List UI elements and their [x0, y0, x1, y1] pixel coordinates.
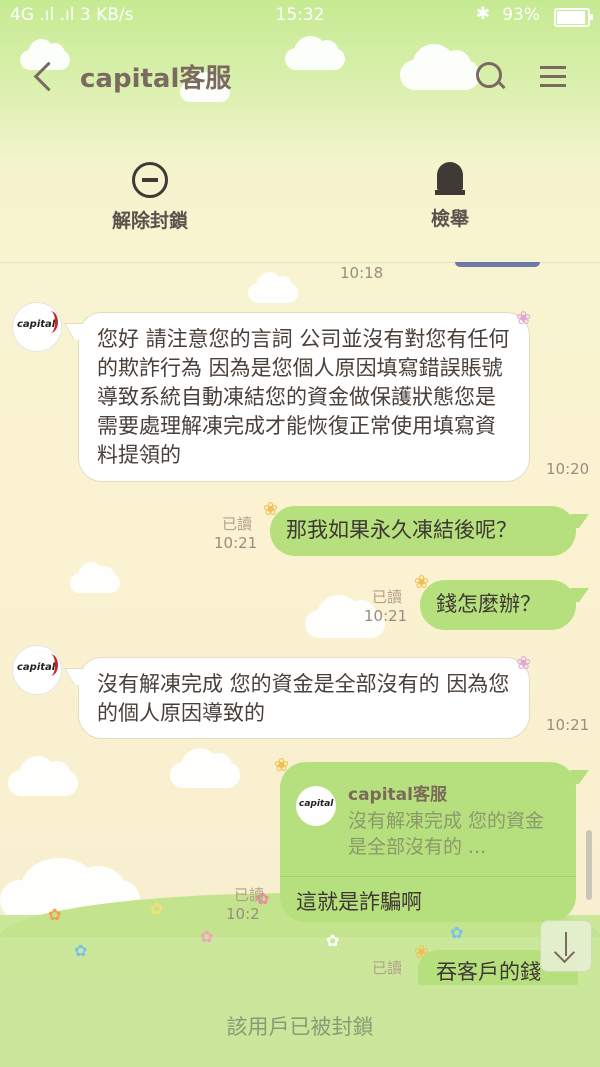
battery-icon [554, 8, 593, 27]
unblock-button[interactable]: 解除封鎖 [80, 162, 220, 233]
message-time: 10:18 [340, 264, 384, 282]
cloud-decoration [8, 755, 78, 796]
avatar[interactable]: capital [12, 645, 62, 695]
flower-decoration: ✿ [326, 931, 340, 950]
flower-decoration: ✿ [150, 899, 164, 918]
avatar[interactable]: capital [12, 302, 62, 352]
message-text: 吞客戶的錢 [436, 960, 541, 984]
flower-decoration: ✿ [200, 927, 214, 946]
message-text: 錢怎麼辦？ [436, 592, 541, 616]
message-time: 10:2 [226, 905, 260, 923]
butterfly-decoration: ❀ [516, 308, 532, 329]
message-time: 10:20 [546, 460, 590, 478]
message-text: 您好 請注意您的言詞 公司並沒有對您有任何的欺詐行為 因為是您個人原因填寫錯誤賬… [97, 327, 510, 467]
chat-header: capital客服 [0, 40, 600, 110]
report-icon [435, 162, 465, 196]
message-time: 10:21 [546, 716, 590, 734]
cloud-decoration [248, 272, 298, 303]
chat-title: capital客服 [80, 64, 232, 94]
reply-divider [280, 876, 576, 877]
cloud-decoration [170, 747, 240, 788]
read-receipt: 已讀 [222, 515, 253, 533]
quoted-sender: capital客服 [348, 785, 447, 805]
outgoing-reply-message[interactable]: capital capital客服 沒有解凍完成 您的資金是全部沒有的 ... … [280, 762, 576, 922]
menu-icon[interactable] [540, 62, 568, 90]
unblock-icon [132, 162, 168, 198]
outgoing-message-bubble[interactable]: 錢怎麼辦？ [420, 580, 576, 630]
read-receipt: 已讀 [372, 588, 403, 606]
chat-screen: 4G .ıl .ıl 3 KB/s 15:32 ✱ 93% capital客服 … [0, 0, 600, 1067]
flower-decoration: ✿ [450, 923, 464, 942]
battery-percent: 93% [502, 5, 540, 25]
blocked-notice: 該用戶已被封鎖 [226, 1015, 374, 1039]
quoted-text[interactable]: 沒有解凍完成 您的資金是全部沒有的 ... [348, 808, 558, 860]
clipped-message-edge [455, 262, 540, 267]
quoted-avatar-logo: capital [299, 799, 334, 809]
message-text: 這就是詐騙啊 [296, 890, 422, 914]
incoming-message-bubble[interactable]: 您好 請注意您的言詞 公司並沒有對您有任何的欺詐行為 因為是您個人原因填寫錯誤賬… [78, 312, 530, 482]
scrollbar[interactable] [586, 830, 592, 900]
message-text: 那我如果永久凍結後呢？ [286, 518, 517, 542]
scroll-to-bottom-button[interactable] [540, 920, 592, 972]
status-bar: 4G .ıl .ıl 3 KB/s 15:32 ✱ 93% [0, 0, 600, 32]
message-time: 10:21 [214, 534, 258, 552]
report-label: 檢舉 [430, 208, 469, 230]
flower-decoration: ✿ [74, 941, 88, 960]
report-button[interactable]: 檢舉 [380, 162, 520, 231]
unblock-label: 解除封鎖 [111, 210, 188, 232]
outgoing-message-bubble[interactable]: 那我如果永久凍結後呢？ [270, 506, 576, 556]
blocked-actions-bar: 解除封鎖 檢舉 [0, 150, 600, 260]
blocked-footer: 該用戶已被封鎖 [0, 985, 600, 1067]
quoted-avatar: capital [296, 786, 336, 826]
back-button[interactable] [28, 56, 58, 96]
bluetooth-icon: ✱ [475, 4, 490, 24]
incoming-message-bubble[interactable]: 沒有解凍完成 您的資金是全部沒有的 因為您的個人原因導致的 [78, 657, 530, 739]
search-icon[interactable] [474, 60, 506, 92]
read-receipt: 已讀 [372, 959, 403, 977]
message-text: 沒有解凍完成 您的資金是全部沒有的 因為您的個人原因導致的 [97, 672, 510, 725]
cloud-decoration [70, 562, 120, 593]
flower-decoration: ✿ [48, 905, 62, 924]
butterfly-decoration: ❀ [516, 653, 532, 674]
read-receipt: 已讀 [234, 886, 265, 904]
message-time: 10:21 [364, 607, 408, 625]
